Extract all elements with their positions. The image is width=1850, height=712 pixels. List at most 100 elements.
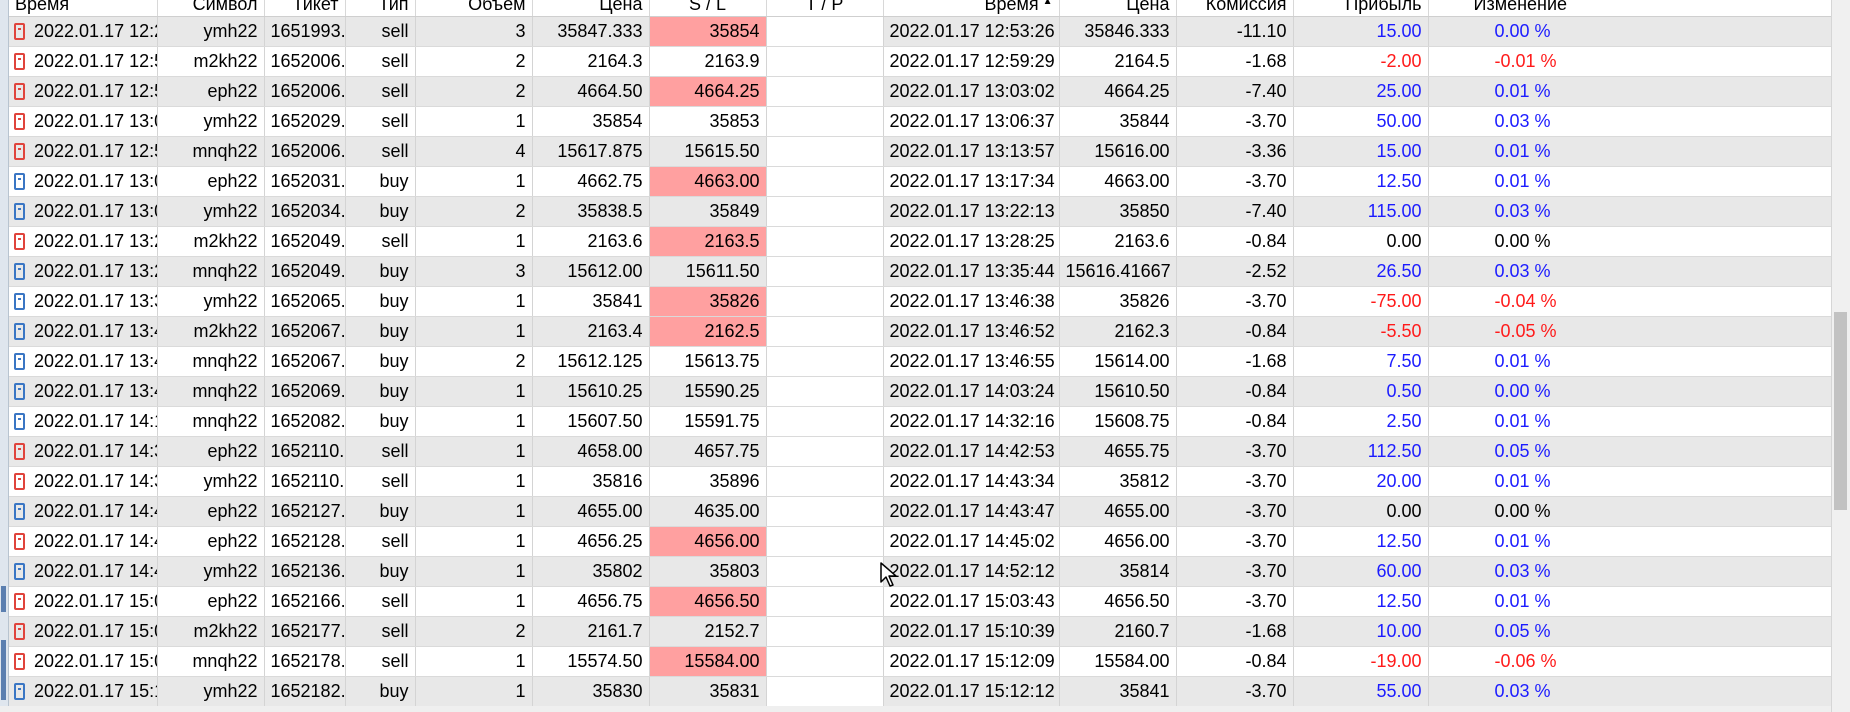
cell-close-price: 35846.333 xyxy=(1059,16,1177,47)
cell-profit: 12.50 xyxy=(1293,586,1429,617)
cell-close-price: 35850 xyxy=(1059,196,1177,227)
cell-profit: 15.00 xyxy=(1293,136,1429,167)
cell-sl: 15615.50 xyxy=(649,136,767,167)
sell-order-icon xyxy=(14,532,25,550)
column-header-tp[interactable]: T / P xyxy=(766,0,884,17)
table-row[interactable]: 2022.01.17 13:4...mnqh221652069...buy115… xyxy=(9,376,1850,407)
cell-profit: 26.50 xyxy=(1293,256,1429,287)
cell-symbol: m2kh22 xyxy=(157,616,265,647)
cell-change: 0.03 % xyxy=(1428,256,1850,287)
cell-commission: -3.70 xyxy=(1176,166,1294,197)
cell-volume: 1 xyxy=(415,556,533,587)
cell-profit: 0.00 xyxy=(1293,496,1429,527)
column-header-change[interactable]: Изменение xyxy=(1428,0,1850,17)
table-row[interactable]: 2022.01.17 15:1...ymh221652182...buy1358… xyxy=(9,676,1850,707)
table-row[interactable]: 2022.01.17 13:4...mnqh221652067...buy215… xyxy=(9,346,1850,377)
column-header-open-price[interactable]: Цена xyxy=(532,0,650,17)
cell-tp xyxy=(766,286,884,317)
cell-volume: 3 xyxy=(415,256,533,287)
cell-change: 0.01 % xyxy=(1428,526,1850,557)
table-row[interactable]: 2022.01.17 13:0...eph221652031...buy1466… xyxy=(9,166,1850,197)
open-time-text: 2022.01.17 13:4... xyxy=(34,380,156,401)
column-header-ticket[interactable]: Тикет xyxy=(264,0,346,17)
table-row[interactable]: 2022.01.17 12:5...mnqh221652006...sell41… xyxy=(9,136,1850,167)
cell-commission: -3.70 xyxy=(1176,676,1294,707)
scrollbar-thumb[interactable] xyxy=(1834,312,1847,510)
table-row[interactable]: 2022.01.17 12:5...eph221652006...sell246… xyxy=(9,76,1850,107)
open-time-text: 2022.01.17 15:0... xyxy=(34,620,156,641)
cell-open-time: 2022.01.17 13:4... xyxy=(9,376,158,407)
sell-order-icon xyxy=(14,22,25,40)
left-panel-strip xyxy=(0,0,9,712)
table-row[interactable]: 2022.01.17 14:3...eph221652110...sell146… xyxy=(9,436,1850,467)
table-row[interactable]: 2022.01.17 15:0...mnqh221652178...sell11… xyxy=(9,646,1850,677)
table-row[interactable]: 2022.01.17 13:3...ymh221652065...buy1358… xyxy=(9,286,1850,317)
cell-tp xyxy=(766,496,884,527)
cell-open-price: 2161.7 xyxy=(532,616,650,647)
cell-tp xyxy=(766,436,884,467)
table-row[interactable]: 2022.01.17 15:0...m2kh221652177...sell22… xyxy=(9,616,1850,647)
open-time-text: 2022.01.17 13:4... xyxy=(34,320,156,341)
cell-profit: 7.50 xyxy=(1293,346,1429,377)
column-header-type[interactable]: Тип xyxy=(345,0,416,17)
sell-order-icon xyxy=(14,52,25,70)
cell-type: buy xyxy=(345,376,416,407)
table-row[interactable]: 2022.01.17 14:3...ymh221652110...sell135… xyxy=(9,466,1850,497)
open-time-text: 2022.01.17 13:0... xyxy=(34,110,156,131)
column-header-close-price[interactable]: Цена xyxy=(1059,0,1177,17)
cell-sl: 4656.00 xyxy=(649,526,767,557)
open-time-text: 2022.01.17 13:2... xyxy=(34,230,156,251)
cell-ticket: 1652034... xyxy=(264,196,346,227)
cell-open-time: 2022.01.17 14:4... xyxy=(9,526,158,557)
table-row[interactable]: 2022.01.17 12:5...m2kh221652006...sell22… xyxy=(9,46,1850,77)
buy-order-icon xyxy=(14,562,25,580)
table-row[interactable]: 2022.01.17 14:4...eph221652127...buy1465… xyxy=(9,496,1850,527)
cell-close-price: 35826 xyxy=(1059,286,1177,317)
column-header-symbol[interactable]: Символ xyxy=(157,0,265,17)
cell-open-time: 2022.01.17 13:0... xyxy=(9,166,158,197)
cell-profit: 10.00 xyxy=(1293,616,1429,647)
cell-sl: 15591.75 xyxy=(649,406,767,437)
panel-tab-marker xyxy=(1,586,6,612)
cell-close-time: 2022.01.17 14:42:53 xyxy=(883,436,1060,467)
cell-sl: 35853 xyxy=(649,106,767,137)
table-row[interactable]: 2022.01.17 14:1...mnqh221652082...buy115… xyxy=(9,406,1850,437)
cell-volume: 2 xyxy=(415,76,533,107)
column-header-close-time[interactable]: Время ▲ xyxy=(883,0,1060,17)
cell-close-price: 4663.00 xyxy=(1059,166,1177,197)
cell-volume: 3 xyxy=(415,16,533,47)
column-header-open-time[interactable]: Время xyxy=(9,0,158,17)
table-row[interactable]: 2022.01.17 13:2...mnqh221652049...buy315… xyxy=(9,256,1850,287)
cell-symbol: eph22 xyxy=(157,586,265,617)
cell-commission: -3.70 xyxy=(1176,286,1294,317)
cell-open-time: 2022.01.17 13:4... xyxy=(9,346,158,377)
cell-change: 0.00 % xyxy=(1428,496,1850,527)
cell-symbol: eph22 xyxy=(157,76,265,107)
table-row[interactable]: 2022.01.17 15:0...eph221652166...sell146… xyxy=(9,586,1850,617)
cell-symbol: ymh22 xyxy=(157,286,265,317)
cell-volume: 1 xyxy=(415,376,533,407)
table-row[interactable]: 2022.01.17 13:4...m2kh221652067...buy121… xyxy=(9,316,1850,347)
table-row[interactable]: 2022.01.17 13:0...ymh221652029...sell135… xyxy=(9,106,1850,137)
cell-close-time: 2022.01.17 15:10:39 xyxy=(883,616,1060,647)
cell-open-time: 2022.01.17 13:0... xyxy=(9,106,158,137)
cell-close-time: 2022.01.17 14:52:12 xyxy=(883,556,1060,587)
cell-type: sell xyxy=(345,586,416,617)
column-header-sl[interactable]: S / L xyxy=(649,0,767,17)
cell-symbol: ymh22 xyxy=(157,196,265,227)
cell-profit: 112.50 xyxy=(1293,436,1429,467)
cell-sl: 15590.25 xyxy=(649,376,767,407)
table-row[interactable]: 2022.01.17 14:4...eph221652128...sell146… xyxy=(9,526,1850,557)
column-header-volume[interactable]: Объем xyxy=(415,0,533,17)
table-row[interactable]: 2022.01.17 13:0...ymh221652034...buy2358… xyxy=(9,196,1850,227)
cell-open-price: 4656.25 xyxy=(532,526,650,557)
column-header-profit[interactable]: Прибыль xyxy=(1293,0,1429,17)
table-row[interactable]: 2022.01.17 12:2...ymh221651993...sell335… xyxy=(9,16,1850,47)
cell-close-time: 2022.01.17 14:03:24 xyxy=(883,376,1060,407)
cell-profit: 12.50 xyxy=(1293,166,1429,197)
buy-order-icon xyxy=(14,202,25,220)
column-header-commission[interactable]: Комиссия xyxy=(1176,0,1294,17)
table-row[interactable]: 2022.01.17 14:4...ymh221652136...buy1358… xyxy=(9,556,1850,587)
cell-close-price: 2163.6 xyxy=(1059,226,1177,257)
table-row[interactable]: 2022.01.17 13:2...m2kh221652049...sell12… xyxy=(9,226,1850,257)
